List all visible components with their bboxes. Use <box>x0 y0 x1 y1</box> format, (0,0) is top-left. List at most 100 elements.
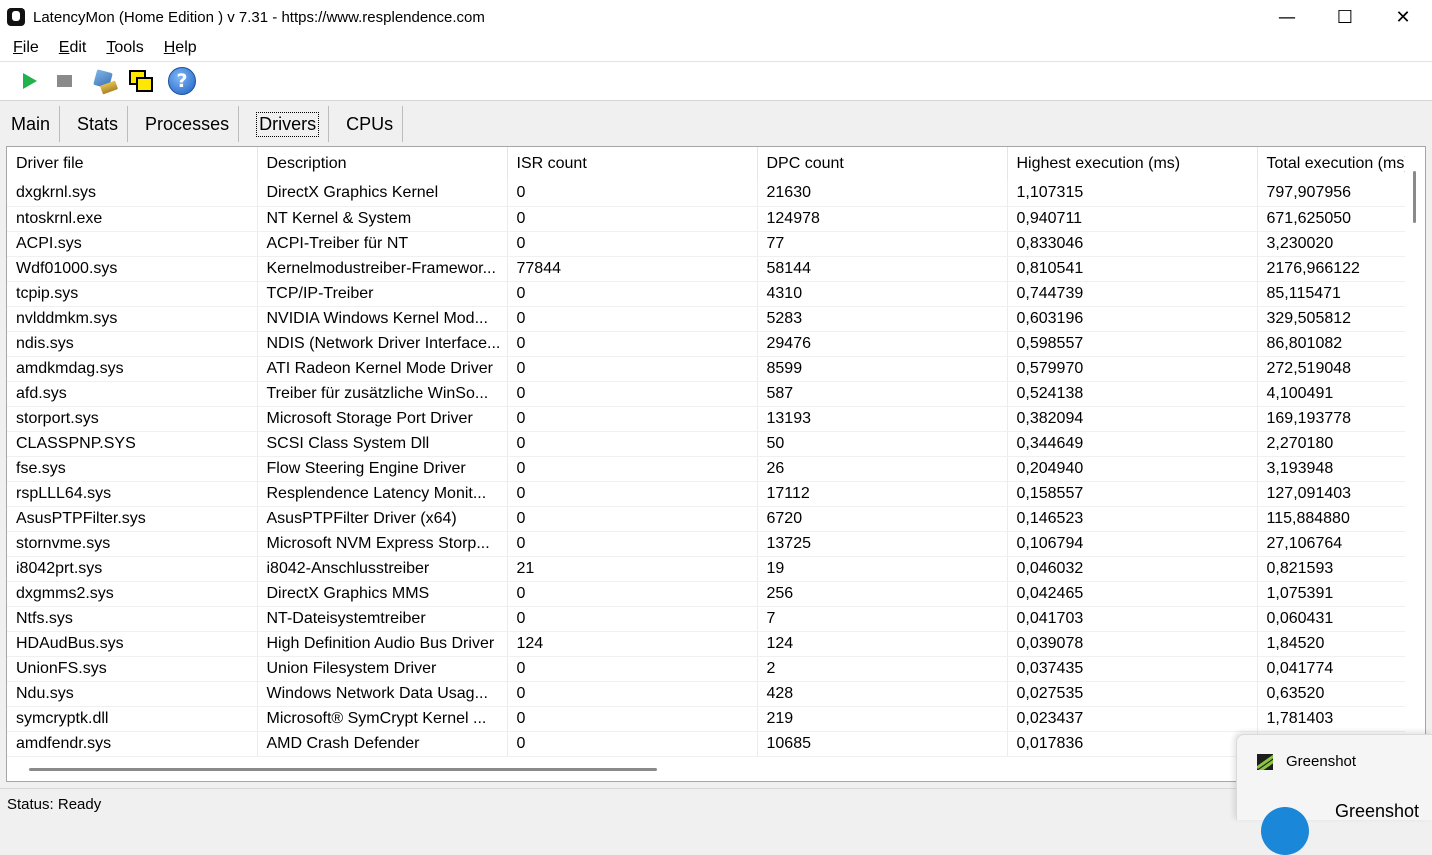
greenshot-notification[interactable]: Greenshot Greenshot <box>1236 734 1432 855</box>
drivers-list: Driver file Description ISR count DPC co… <box>6 146 1426 782</box>
column-header-isr-count[interactable]: ISR count <box>507 147 758 181</box>
column-header-dpc-count[interactable]: DPC count <box>757 147 1008 181</box>
total-execution-cell: 1,075391 <box>1257 581 1405 607</box>
tab-label: CPUs <box>346 113 394 134</box>
table-row[interactable]: Ntfs.sys NT-Dateisystemtreiber 0 7 0,041703 0… <box>7 606 1405 632</box>
menu-file[interactable]: File <box>10 39 42 57</box>
dpc-count-cell: 124 <box>757 631 1008 657</box>
table-row[interactable]: UnionFS.sys Union Filesystem Driver 0 2 0,03… <box>7 656 1405 682</box>
column-header-highest-execution[interactable]: Highest execution (ms) <box>1007 147 1258 181</box>
tab-cpus[interactable]: CPUs <box>337 106 404 142</box>
total-execution-cell: 797,907956 <box>1257 181 1405 207</box>
dpc-count-cell: 2 <box>757 656 1008 682</box>
description-cell: NDIS (Network Driver Interface... <box>257 331 508 357</box>
total-execution-cell: 1,781403 <box>1257 706 1405 732</box>
column-header-description[interactable]: Description <box>257 147 508 181</box>
tab-stats[interactable]: Stats <box>68 106 129 142</box>
tab-label: Drivers <box>256 111 320 137</box>
dpc-count-cell: 256 <box>757 581 1008 607</box>
table-row[interactable]: stornvme.sys Microsoft NVM Express Storp.… <box>7 531 1405 557</box>
column-header-driver-file[interactable]: Driver file <box>7 147 258 181</box>
description-cell: NT-Dateisystemtreiber <box>257 606 508 632</box>
highest-execution-cell: 0,037435 <box>1007 656 1258 682</box>
drivers-table-body: dxgkrnl.sys DirectX Graphics Kernel 0 21630… <box>7 181 1405 757</box>
dpc-count-cell: 29476 <box>757 331 1008 357</box>
windows-button[interactable] <box>123 64 159 98</box>
horizontal-scroll-thumb[interactable] <box>29 768 657 771</box>
drivers-grid: Driver file Description ISR count DPC co… <box>7 147 1405 759</box>
stop-icon <box>56 75 72 87</box>
vertical-scroll-thumb[interactable] <box>1413 171 1416 223</box>
highest-execution-cell: 0,204940 <box>1007 456 1258 482</box>
highest-execution-cell: 0,023437 <box>1007 706 1258 732</box>
broom-icon <box>91 67 119 95</box>
total-execution-cell: 27,106764 <box>1257 531 1405 557</box>
table-row[interactable]: rspLLL64.sys Resplendence Latency Monit..… <box>7 481 1405 507</box>
description-cell: AMD Crash Defender <box>257 731 508 757</box>
table-row[interactable]: ndis.sys NDIS (Network Driver Interface..… <box>7 331 1405 357</box>
stop-monitoring-button[interactable] <box>46 64 82 98</box>
table-row[interactable]: Wdf01000.sys Kernelmodustreiber-Framewor.… <box>7 256 1405 282</box>
tab-drivers[interactable]: Drivers <box>247 106 330 142</box>
tab-main[interactable]: Main <box>2 106 61 142</box>
menu-tools[interactable]: Tools <box>103 39 146 57</box>
table-row[interactable]: amdkmdag.sys ATI Radeon Kernel Mode Drive… <box>7 356 1405 382</box>
dpc-count-cell: 124978 <box>757 206 1008 232</box>
table-row[interactable]: tcpip.sys TCP/IP-Treiber 0 4310 0,744739 85,1… <box>7 281 1405 307</box>
start-monitoring-button[interactable] <box>10 64 46 98</box>
total-execution-cell: 3,193948 <box>1257 456 1405 482</box>
table-row[interactable]: amdfendr.sys AMD Crash Defender 0 10685 0,01… <box>7 731 1405 757</box>
table-row[interactable]: dxgmms2.sys DirectX Graphics MMS 0 256 0,042… <box>7 581 1405 607</box>
driver-file-cell: rspLLL64.sys <box>7 481 258 507</box>
table-row[interactable]: fse.sys Flow Steering Engine Driver 0 26 0,2… <box>7 456 1405 482</box>
tab-processes[interactable]: Processes <box>136 106 240 142</box>
menu-edit[interactable]: Edit <box>56 39 90 57</box>
description-cell: High Definition Audio Bus Driver <box>257 631 508 657</box>
highest-execution-cell: 0,524138 <box>1007 381 1258 407</box>
window-title: LatencyMon (Home Edition ) v 7.31 - http… <box>33 8 485 26</box>
close-button[interactable]: ✕ <box>1374 0 1432 34</box>
table-row[interactable]: ntoskrnl.exe NT Kernel & System 0 124978 0,9… <box>7 206 1405 232</box>
help-button[interactable]: ? <box>164 64 200 98</box>
table-row[interactable]: AsusPTPFilter.sys AsusPTPFilter Driver (x… <box>7 506 1405 532</box>
toolbar-separator <box>84 65 85 97</box>
tab-label: Main <box>11 113 51 134</box>
driver-file-cell: nvlddmkm.sys <box>7 306 258 332</box>
greenshot-icon <box>1257 753 1273 770</box>
table-row[interactable]: i8042prt.sys i8042-Anschlusstreiber 21 19 0,… <box>7 556 1405 582</box>
driver-file-cell: Ntfs.sys <box>7 606 258 632</box>
table-row[interactable]: symcryptk.dll Microsoft® SymCrypt Kernel … <box>7 706 1405 732</box>
dpc-count-cell: 77 <box>757 231 1008 257</box>
dpc-count-cell: 6720 <box>757 506 1008 532</box>
vertical-scrollbar[interactable] <box>1405 147 1425 759</box>
table-row[interactable]: CLASSPNP.SYS SCSI Class System Dll 0 50 0,34… <box>7 431 1405 457</box>
driver-file-cell: Ndu.sys <box>7 681 258 707</box>
description-cell: Flow Steering Engine Driver <box>257 456 508 482</box>
isr-count-cell: 0 <box>507 231 758 257</box>
tab-label: Processes <box>145 113 230 134</box>
driver-file-cell: i8042prt.sys <box>7 556 258 582</box>
isr-count-cell: 0 <box>507 306 758 332</box>
table-row[interactable]: storport.sys Microsoft Storage Port Drive… <box>7 406 1405 432</box>
horizontal-scrollbar[interactable] <box>7 757 1405 781</box>
table-row[interactable]: ACPI.sys ACPI-Treiber für NT 0 77 0,833046 3,… <box>7 231 1405 257</box>
minimize-button[interactable]: — <box>1258 0 1316 34</box>
total-execution-cell: 0,041774 <box>1257 656 1405 682</box>
dpc-count-cell: 10685 <box>757 731 1008 757</box>
maximize-button[interactable]: ☐ <box>1316 0 1374 34</box>
title-bar: LatencyMon (Home Edition ) v 7.31 - http… <box>0 0 1432 34</box>
clear-button[interactable] <box>87 64 123 98</box>
table-row[interactable]: afd.sys Treiber für zusätzliche WinSo... 0… <box>7 381 1405 407</box>
table-row[interactable]: HDAudBus.sys High Definition Audio Bus Dr… <box>7 631 1405 657</box>
description-cell: AsusPTPFilter Driver (x64) <box>257 506 508 532</box>
column-header-total-execution[interactable]: Total execution (ms) <box>1257 147 1405 181</box>
highest-execution-cell: 0,579970 <box>1007 356 1258 382</box>
driver-file-cell: HDAudBus.sys <box>7 631 258 657</box>
table-row[interactable]: Ndu.sys Windows Network Data Usag... 0 428 0… <box>7 681 1405 707</box>
table-row[interactable]: dxgkrnl.sys DirectX Graphics Kernel 0 21630… <box>7 181 1405 207</box>
isr-count-cell: 124 <box>507 631 758 657</box>
table-row[interactable]: nvlddmkm.sys NVIDIA Windows Kernel Mod...… <box>7 306 1405 332</box>
menu-help[interactable]: Help <box>161 39 200 57</box>
status-text: Status: Ready <box>7 796 102 813</box>
driver-file-cell: AsusPTPFilter.sys <box>7 506 258 532</box>
